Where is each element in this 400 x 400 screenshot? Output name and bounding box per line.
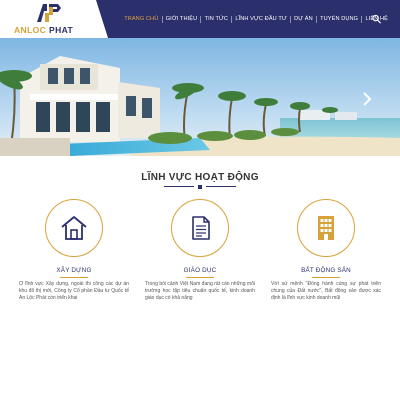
card-title[interactable]: XÂY DỰNG bbox=[19, 267, 129, 274]
logo-text: ANLOC PHAT bbox=[14, 25, 84, 35]
nav-item-investment-fields[interactable]: LĨNH VỰC ĐẦU TƯ bbox=[232, 16, 290, 22]
title-decoration bbox=[164, 184, 236, 189]
card-description: Ở lĩnh vực Xây dựng, ngoài thi công các … bbox=[19, 281, 129, 301]
title-decoration-line bbox=[206, 186, 236, 187]
card-description: Với sứ mệnh "Đồng hành cùng sự phát triể… bbox=[271, 281, 381, 301]
nav-item-about[interactable]: GIỚI THIỆU bbox=[163, 16, 201, 22]
anlocphat-logo-icon bbox=[37, 4, 61, 22]
nav-item-home[interactable]: TRANG CHỦ bbox=[121, 16, 162, 22]
card-divider bbox=[312, 277, 340, 278]
card-icon-circle[interactable] bbox=[171, 199, 229, 257]
hero-banner bbox=[0, 38, 400, 156]
site-header: ANLOC PHAT TRANG CHỦ GIỚI THIỆU TIN TỨC … bbox=[0, 0, 400, 38]
banner-image bbox=[0, 38, 400, 156]
nav-item-news[interactable]: TIN TỨC bbox=[201, 16, 231, 22]
card-divider bbox=[60, 277, 88, 278]
main-nav: TRANG CHỦ GIỚI THIỆU TIN TỨC LĨNH VỰC ĐẦ… bbox=[121, 0, 391, 38]
section-title: LĨNH VỰC HOẠT ĐỘNG bbox=[141, 172, 259, 183]
card-description: Trong bối cảnh Việt Nam đang rất cần nhữ… bbox=[145, 281, 255, 301]
site-logo[interactable]: ANLOC PHAT bbox=[14, 3, 84, 36]
search-icon[interactable] bbox=[372, 14, 381, 24]
house-icon bbox=[61, 216, 87, 240]
document-icon bbox=[192, 216, 210, 240]
title-decoration-square bbox=[198, 184, 202, 189]
logo-text-part2: PHAT bbox=[49, 25, 74, 35]
nav-item-recruitment[interactable]: TUYỂN DỤNG bbox=[317, 16, 361, 22]
card-divider bbox=[186, 277, 214, 278]
title-decoration-line bbox=[164, 186, 194, 187]
card-title[interactable]: GIÁO DỤC bbox=[145, 267, 255, 274]
card-icon-circle[interactable] bbox=[297, 199, 355, 257]
building-icon bbox=[318, 216, 334, 240]
card-icon-circle[interactable] bbox=[45, 199, 103, 257]
nav-item-projects[interactable]: DỰ ÁN bbox=[291, 16, 316, 22]
chevron-right-icon[interactable] bbox=[362, 92, 372, 106]
card-title[interactable]: BẤT ĐỘNG SẢN bbox=[271, 267, 381, 274]
logo-text-part1: ANLOC bbox=[14, 25, 47, 35]
